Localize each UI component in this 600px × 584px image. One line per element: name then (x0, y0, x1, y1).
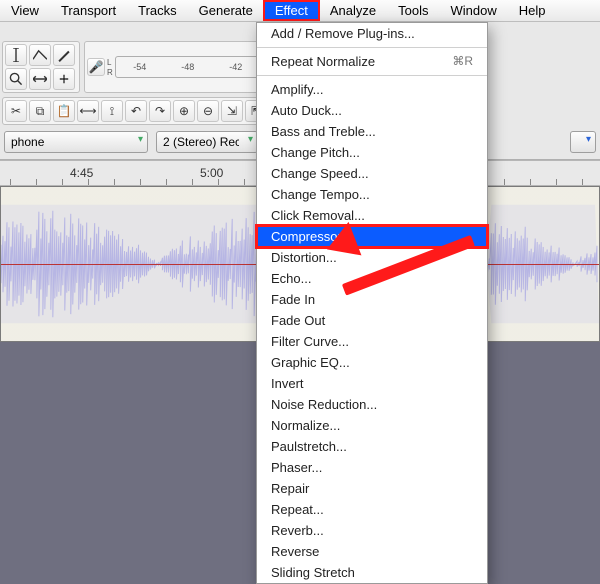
menu-item-label: Add / Remove Plug-ins... (271, 26, 415, 41)
menu-item-graphic-eq[interactable]: Graphic EQ... (257, 352, 487, 373)
menu-item-repeat-normalize[interactable]: Repeat Normalize ⌘R (257, 51, 487, 72)
menu-item-label: Repair (271, 481, 309, 496)
menu-effect[interactable]: Effect (264, 1, 319, 20)
meter-l-label: L (107, 58, 113, 67)
menu-item-label: Fade In (271, 292, 315, 307)
undo-icon[interactable]: ↶ (125, 100, 147, 122)
tools-group (2, 41, 80, 93)
menu-item-repeat[interactable]: Repeat... (257, 499, 487, 520)
menu-tracks[interactable]: Tracks (127, 1, 188, 20)
rec-meter[interactable]: -54 -48 -42 (115, 56, 261, 78)
silence-icon[interactable]: ⟟ (101, 100, 123, 122)
menu-item-change-speed[interactable]: Change Speed... (257, 163, 487, 184)
ibeam-icon[interactable] (5, 44, 27, 66)
menu-item-label: Graphic EQ... (271, 355, 350, 370)
menu-item-auto-duck[interactable]: Auto Duck... (257, 100, 487, 121)
menu-view[interactable]: View (0, 1, 50, 20)
menu-item-label: Filter Curve... (271, 334, 349, 349)
menu-item-bass-and-treble[interactable]: Bass and Treble... (257, 121, 487, 142)
mic-icon[interactable]: 🎤 (87, 58, 105, 76)
menu-item-label: Bass and Treble... (271, 124, 376, 139)
menu-item-sliding-stretch[interactable]: Sliding Stretch (257, 562, 487, 583)
effect-menu-dropdown: Add / Remove Plug-ins... Repeat Normalize… (256, 22, 488, 584)
menu-shortcut: ⌘R (452, 54, 473, 69)
menu-item-label: Repeat... (271, 502, 324, 517)
menu-item-change-pitch[interactable]: Change Pitch... (257, 142, 487, 163)
menu-item-invert[interactable]: Invert (257, 373, 487, 394)
menu-item-label: Sliding Stretch (271, 565, 355, 580)
menubar: ViewTransportTracksGenerateEffectAnalyze… (0, 0, 600, 22)
menu-generate[interactable]: Generate (188, 1, 264, 20)
trim-icon[interactable]: ⟷ (77, 100, 99, 122)
menu-item-change-tempo[interactable]: Change Tempo... (257, 184, 487, 205)
menu-item-label: Paulstretch... (271, 439, 347, 454)
fitsel-icon[interactable]: ⇲ (221, 100, 243, 122)
multitool-icon[interactable] (53, 68, 75, 90)
menu-item-label: Echo... (271, 271, 311, 286)
menu-item-label: Auto Duck... (271, 103, 342, 118)
menu-item-label: Fade Out (271, 313, 325, 328)
menu-item-phaser[interactable]: Phaser... (257, 457, 487, 478)
menu-item-label: Amplify... (271, 82, 324, 97)
menu-item-label: Noise Reduction... (271, 397, 377, 412)
menu-item-label: Normalize... (271, 418, 340, 433)
cut-icon[interactable]: ✂ (5, 100, 27, 122)
menu-item-label: Phaser... (271, 460, 322, 475)
edit-group: ✂⧉📋⟷⟟↶↷⊕⊖⇲⇱⧈ (2, 97, 294, 125)
menu-item-label: Click Removal... (271, 208, 365, 223)
menu-item-label: Reverse (271, 544, 319, 559)
timeline-label: 4:45 (70, 166, 93, 180)
menu-item-label: Distortion... (271, 250, 337, 265)
menu-item-click-removal[interactable]: Click Removal... (257, 205, 487, 226)
menu-item-repair[interactable]: Repair (257, 478, 487, 499)
menu-item-label: Reverb... (271, 523, 324, 538)
paste-icon[interactable]: 📋 (53, 100, 75, 122)
menu-item-fade-out[interactable]: Fade Out (257, 310, 487, 331)
menu-analyze[interactable]: Analyze (319, 1, 387, 20)
zoomin-icon[interactable]: ⊕ (173, 100, 195, 122)
zoom-icon[interactable] (5, 68, 27, 90)
channels-select[interactable]: 2 (Stereo) Rec (156, 131, 258, 153)
menu-item-label: Invert (271, 376, 304, 391)
menu-help[interactable]: Help (508, 1, 557, 20)
menu-item-normalize[interactable]: Normalize... (257, 415, 487, 436)
menu-item-label: Change Speed... (271, 166, 369, 181)
copy-icon[interactable]: ⧉ (29, 100, 51, 122)
menu-item-label: Change Tempo... (271, 187, 370, 202)
zoomout-icon[interactable]: ⊖ (197, 100, 219, 122)
redo-icon[interactable]: ↷ (149, 100, 171, 122)
menu-transport[interactable]: Transport (50, 1, 127, 20)
menu-tools[interactable]: Tools (387, 1, 439, 20)
menu-item-label: Repeat Normalize (271, 54, 375, 69)
menu-item-reverb[interactable]: Reverb... (257, 520, 487, 541)
menu-item-fade-in[interactable]: Fade In (257, 289, 487, 310)
menu-item-filter-curve[interactable]: Filter Curve... (257, 331, 487, 352)
menu-item-noise-reduction[interactable]: Noise Reduction... (257, 394, 487, 415)
timeshift-icon[interactable] (29, 68, 51, 90)
menu-item-amplify[interactable]: Amplify... (257, 79, 487, 100)
rec-meter-group: 🎤 L R -54 -48 -42 (84, 41, 264, 93)
menu-item-label: Change Pitch... (271, 145, 360, 160)
envelope-icon[interactable] (29, 44, 51, 66)
menu-window[interactable]: Window (439, 1, 507, 20)
menu-item-reverse[interactable]: Reverse (257, 541, 487, 562)
input-device-select[interactable]: phone (4, 131, 148, 153)
menu-item-paulstretch[interactable]: Paulstretch... (257, 436, 487, 457)
menu-item-add-remove-plug-ins[interactable]: Add / Remove Plug-ins... (257, 23, 487, 44)
output-device-select[interactable] (570, 131, 596, 153)
meter-r-label: R (107, 68, 113, 77)
timeline-label: 5:00 (200, 166, 223, 180)
pencil-icon[interactable] (53, 44, 75, 66)
